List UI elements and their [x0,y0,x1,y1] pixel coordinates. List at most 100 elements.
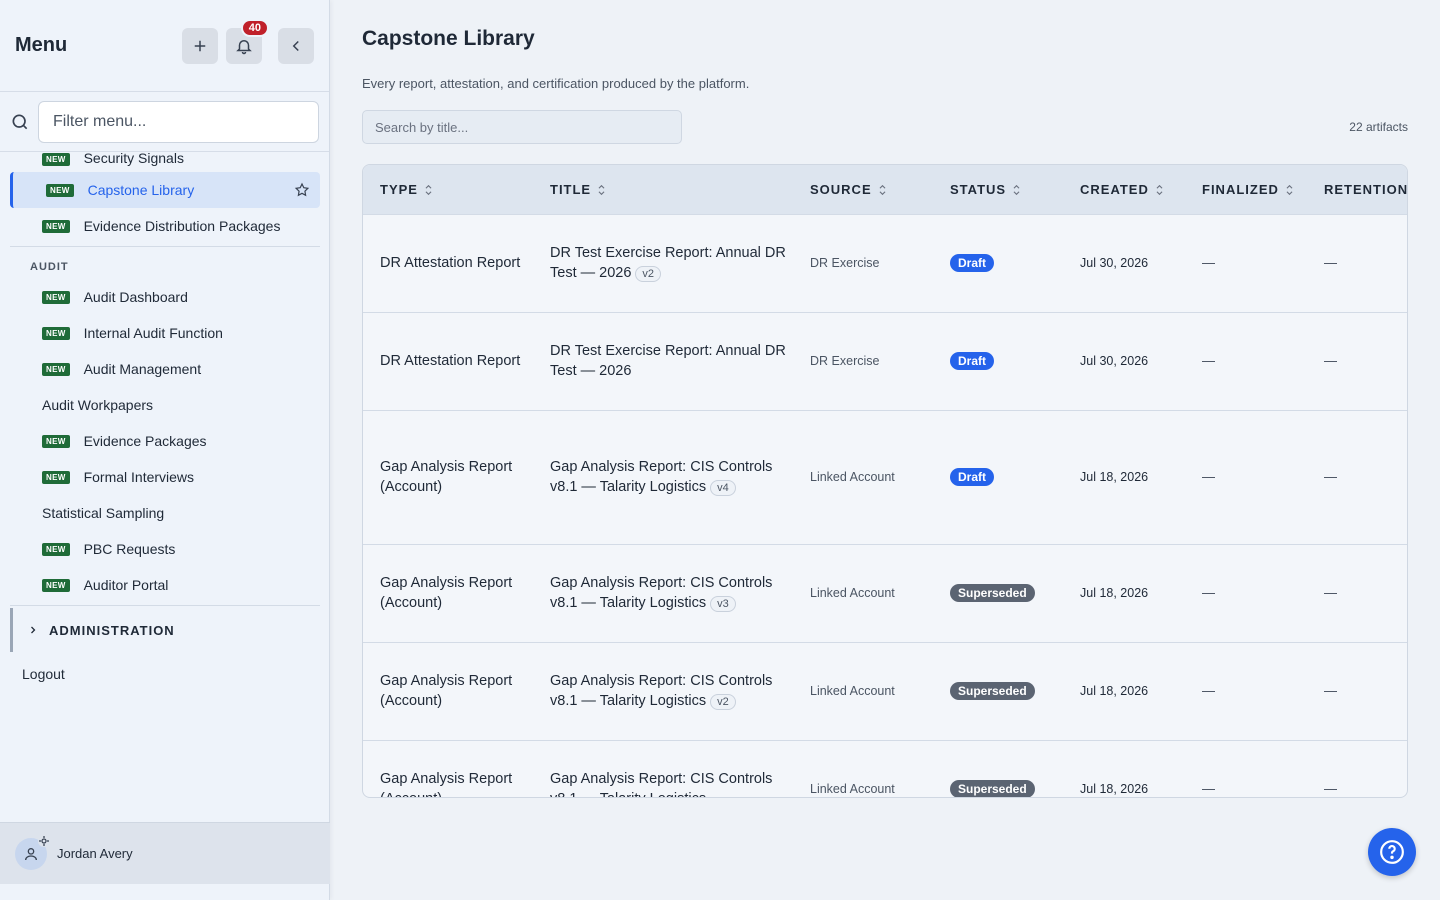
new-tag: NEW [42,362,70,376]
help-button[interactable] [1368,828,1416,876]
cell-status: Superseded [933,543,1063,642]
status-badge: Superseded [950,780,1035,797]
cell-text: — [1324,469,1337,484]
new-tag: NEW [42,326,70,340]
artifact-count: 22 artifacts [1349,120,1408,134]
cell-created: Jul 18, 2026 [1063,543,1185,642]
column-label: FINALIZED [1202,181,1279,197]
column-header-source[interactable]: SOURCE [793,165,933,214]
section-label: ADMINISTRATION [49,622,175,638]
cell-retention: — [1307,543,1407,642]
sidebar: Menu 40 NEW Security Signals NEW Capston… [0,0,330,900]
table-row[interactable]: Gap Analysis Report (Account) Gap Analysi… [363,641,1407,740]
cell-source: Linked Account [793,543,933,642]
divider [10,605,320,606]
cell-title[interactable]: Gap Analysis Report: CIS Controls v8.1 —… [533,739,793,797]
avatar[interactable] [15,834,50,870]
cell-text: Jul 18, 2026 [1080,782,1149,797]
column-header-status[interactable]: STATUS [933,165,1063,214]
cell-retention: — [1307,213,1407,312]
star-icon[interactable] [294,182,310,198]
cell-retention: — [1307,409,1407,544]
column-header-finalized[interactable]: FINALIZED [1185,165,1307,214]
cell-text: Gap Analysis Report (Account) [380,575,513,611]
collapse-sidebar-button[interactable] [278,27,314,64]
cell-created: Jul 30, 2026 [1063,311,1185,410]
sidebar-item-audit-management[interactable]: NEW Audit Management [10,351,320,387]
column-header-type[interactable]: TYPE [363,165,533,214]
divider [10,246,320,247]
cell-title[interactable]: Gap Analysis Report: CIS Controls v8.1 —… [533,641,793,740]
sidebar-item-label: Capstone Library [87,182,195,198]
cell-text: DR Attestation Report [380,353,521,369]
menu-filter-bar [0,92,329,152]
cell-finalized: — [1185,543,1307,642]
sidebar-item-label: Security Signals [83,152,184,166]
sidebar-item-evidence-distribution-packages[interactable]: NEW Evidence Distribution Packages [10,208,320,244]
cell-text: — [1202,469,1215,484]
cell-text: Gap Analysis Report: CIS Controls v8.1 —… [550,459,773,495]
cell-title[interactable]: DR Test Exercise Report: Annual DR Test … [533,213,793,312]
sidebar-item-auditor-portal[interactable]: NEW Auditor Portal [10,567,320,603]
sidebar-item-pbc-requests[interactable]: NEW PBC Requests [10,531,320,567]
cell-type: Gap Analysis Report (Account) [363,641,533,740]
table-row[interactable]: Gap Analysis Report (Account) Gap Analysi… [363,739,1407,797]
sidebar-item-internal-audit-function[interactable]: NEW Internal Audit Function [10,315,320,351]
notifications-button[interactable]: 40 [226,18,269,64]
cell-text: — [1324,255,1337,270]
logout-link[interactable]: Logout [0,652,330,682]
cell-text: Linked Account [810,782,895,797]
cell-finalized: — [1185,739,1307,797]
sidebar-item-label: Formal Interviews [83,469,195,485]
sidebar-item-capstone-library[interactable]: NEW Capstone Library [10,172,320,208]
notification-count-badge: 40 [240,18,269,37]
cell-created: Jul 18, 2026 [1063,409,1185,544]
add-button[interactable] [182,27,218,64]
column-header-created[interactable]: CREATED [1063,165,1185,214]
user-footer[interactable]: Jordan Avery [0,822,330,884]
cell-text: Jul 18, 2026 [1080,684,1149,698]
cell-text: — [1202,585,1215,600]
sidebar-item-audit-workpapers[interactable]: Audit Workpapers [10,387,320,423]
sort-icon [1156,185,1163,196]
column-header-title[interactable]: TITLE [533,165,793,214]
cell-source: Linked Account [793,641,933,740]
cell-text: — [1202,353,1215,368]
sidebar-item-audit-dashboard[interactable]: NEW Audit Dashboard [10,279,320,315]
sidebar-section-administration[interactable]: ADMINISTRATION [10,608,320,652]
cell-title[interactable]: Gap Analysis Report: CIS Controls v8.1 —… [533,409,793,544]
new-tag: NEW [42,470,70,484]
search-by-title-input[interactable] [362,110,682,144]
gear-icon [38,834,50,847]
new-tag: NEW [42,542,70,556]
cell-title[interactable]: Gap Analysis Report: CIS Controls v8.1 —… [533,543,793,642]
new-tag: NEW [46,183,74,197]
sidebar-title: Menu [15,34,68,56]
table-header-row: TYPE TITLE SOURCE STATUS CREATED FINALIZ… [363,165,1407,214]
sidebar-item-label: Evidence Distribution Packages [83,218,281,234]
user-name: Jordan Avery [57,846,133,861]
cell-created: Jul 30, 2026 [1063,213,1185,312]
help-icon [1380,840,1404,864]
new-tag: NEW [42,153,70,166]
sidebar-item-formal-interviews[interactable]: NEW Formal Interviews [10,459,320,495]
table-row[interactable]: Gap Analysis Report (Account) Gap Analysi… [363,543,1407,642]
sidebar-item-label: Audit Workpapers [42,397,154,413]
cell-text: — [1202,781,1215,797]
table-row[interactable]: DR Attestation Report DR Test Exercise Re… [363,311,1407,410]
table-row[interactable]: Gap Analysis Report (Account) Gap Analysi… [363,409,1407,544]
filter-menu-input[interactable] [38,100,319,143]
sidebar-item-statistical-sampling[interactable]: Statistical Sampling [10,495,320,531]
column-label: SOURCE [810,181,872,197]
cell-title[interactable]: DR Test Exercise Report: Annual DR Test … [533,311,793,410]
column-label: TYPE [380,181,418,197]
sidebar-item-security-signals[interactable]: NEW Security Signals [10,152,320,166]
sidebar-item-evidence-packages[interactable]: NEW Evidence Packages [10,423,320,459]
cell-text: Jul 18, 2026 [1080,470,1149,484]
status-badge: Draft [950,468,995,486]
column-header-retention[interactable]: RETENTION [1307,165,1407,214]
table-row[interactable]: DR Attestation Report DR Test Exercise Re… [363,213,1407,312]
chevron-right-icon [31,626,36,634]
cell-text: — [1324,353,1337,368]
page-title: Capstone Library [362,27,535,50]
